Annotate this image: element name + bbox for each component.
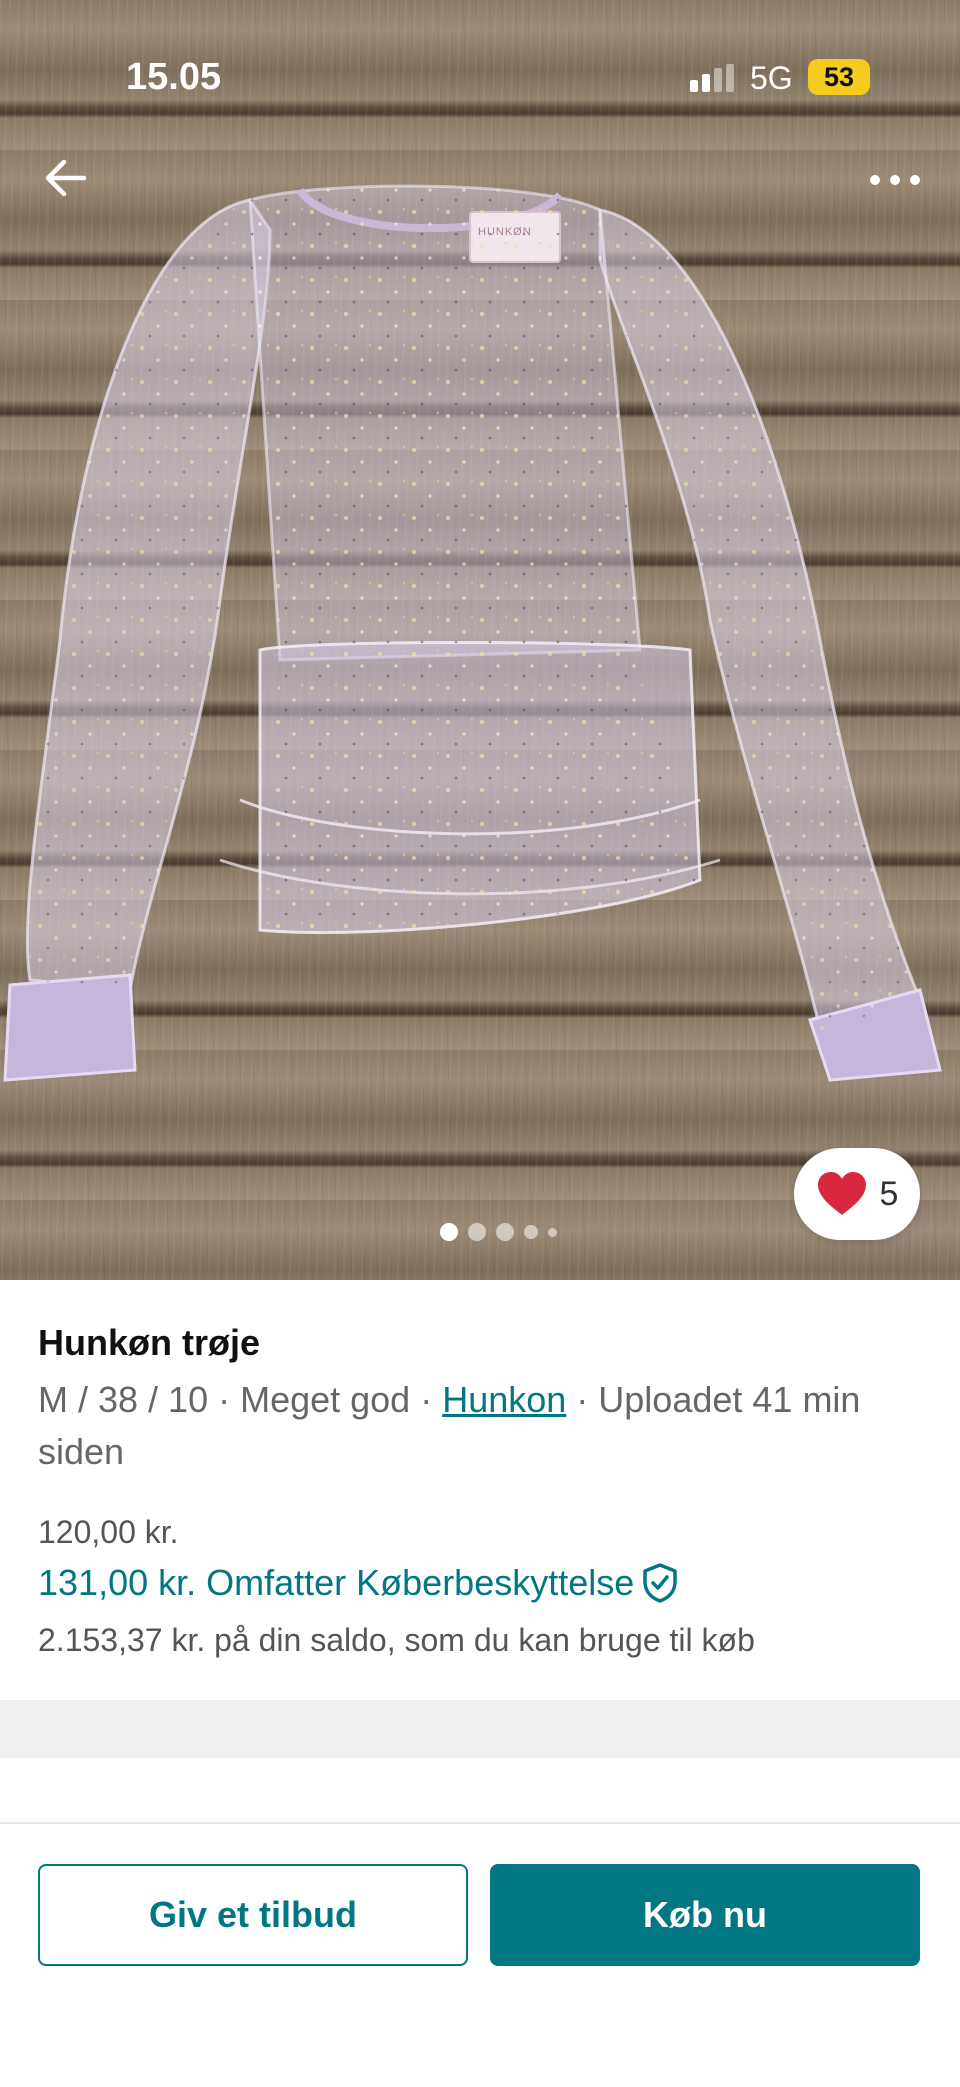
product-photo[interactable]: HUNKØN 15.05 5G 53 5 — [0, 0, 960, 1280]
action-bar-divider — [0, 1822, 960, 1824]
buy-now-button[interactable]: Køb nu — [490, 1864, 920, 1966]
pagination-dot[interactable] — [468, 1223, 486, 1241]
section-separator — [0, 1700, 960, 1758]
brand-link[interactable]: Hunkon — [442, 1379, 566, 1420]
item-title: Hunkøn trøje — [38, 1322, 260, 1363]
more-options-button[interactable] — [860, 160, 930, 200]
battery-indicator: 53 — [808, 59, 870, 95]
balance-note: 2.153,37 kr. på din saldo, som du kan br… — [38, 1622, 755, 1658]
item-meta-details: M / 38 / 10 · Meget god · — [38, 1379, 443, 1420]
price-with-protection[interactable]: 131,00 kr. Omfatter Køberbeskyttelse — [38, 1562, 678, 1604]
back-button[interactable] — [36, 148, 96, 208]
more-horizontal-icon — [870, 175, 920, 185]
garment-label-text: HUNKØN — [478, 226, 532, 238]
pagination-dot[interactable] — [524, 1225, 538, 1239]
item-meta: M / 38 / 10 · Meget god · Hunkon · Uploa… — [38, 1374, 918, 1478]
pagination-dot[interactable] — [496, 1223, 514, 1241]
heart-icon — [817, 1172, 866, 1215]
image-pagination — [440, 1222, 557, 1242]
item-price: 120,00 kr. — [38, 1514, 179, 1550]
arrow-left-icon — [45, 159, 87, 197]
network-type: 5G — [750, 60, 793, 96]
favorite-button[interactable]: 5 — [794, 1148, 920, 1240]
blouse-illustration — [3, 184, 942, 1082]
shield-check-icon — [643, 1563, 678, 1603]
status-time: 15.05 — [126, 56, 222, 98]
pagination-dot[interactable] — [440, 1223, 458, 1241]
price-with-protection-text: 131,00 kr. Omfatter Køberbeskyttelse — [38, 1562, 635, 1603]
pagination-dot[interactable] — [548, 1227, 557, 1237]
favorite-count: 5 — [879, 1174, 899, 1213]
make-offer-button[interactable]: Giv et tilbud — [38, 1864, 468, 1966]
signal-strength-icon — [690, 64, 740, 92]
